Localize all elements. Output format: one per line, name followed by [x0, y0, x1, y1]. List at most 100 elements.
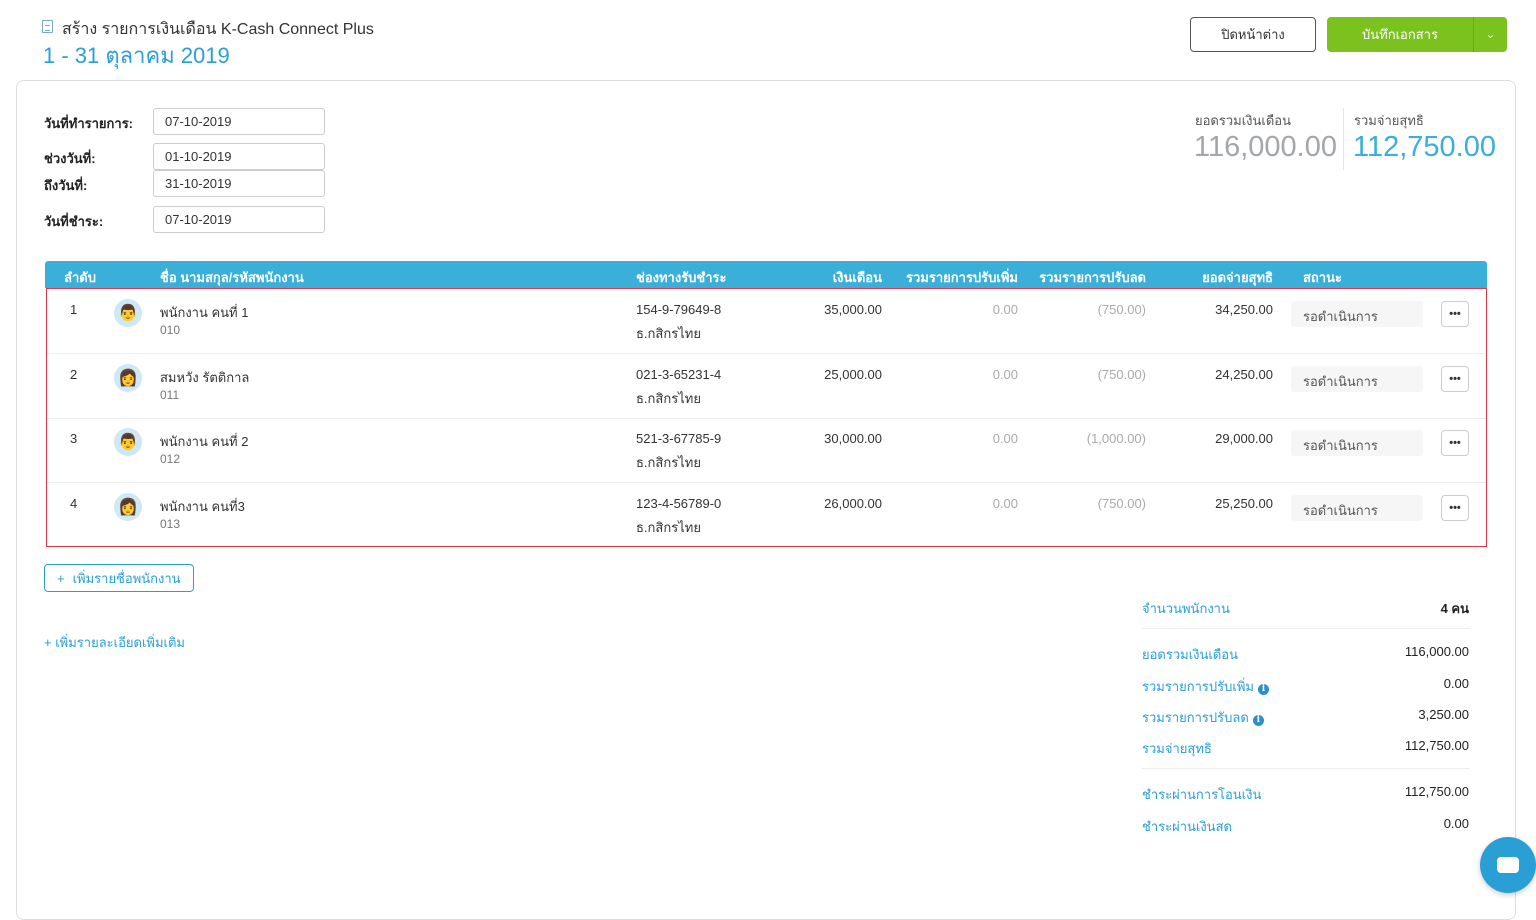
add-details-link[interactable]: + เพิ่มรายละเอียดเพิ่มเติม — [44, 632, 185, 653]
row-number: 4 — [70, 496, 77, 511]
chevron-down-icon: ⌄ — [1486, 28, 1495, 41]
total-salary-value: 116,000.00 — [1194, 131, 1337, 164]
employee-name: พนักงาน คนที่ 1 — [160, 302, 248, 323]
total-label-text: ชำระผ่านการโอนเงิน — [1142, 787, 1261, 802]
from-date-input[interactable]: 01-10-2019 — [153, 143, 325, 170]
total-value: 0.00 — [1444, 676, 1469, 691]
status-badge: รอดำเนินการ — [1291, 495, 1423, 521]
total-label: รวมรายการปรับเพิ่ม i — [1142, 676, 1269, 697]
total-label: จำนวนพนักงาน — [1142, 598, 1230, 619]
employee-code: 013 — [160, 517, 180, 531]
table-row: 4 👩 พนักงาน คนที่3 013 123-4-56789-0 ธ.ก… — [47, 483, 1486, 548]
col-net: ยอดจ่ายสุทธิ — [1202, 267, 1273, 288]
net-pay: 24,250.00 — [1215, 367, 1273, 382]
info-icon[interactable]: i — [1253, 715, 1264, 726]
net-pay: 29,000.00 — [1215, 431, 1273, 446]
more-options-button[interactable]: ••• — [1441, 495, 1469, 521]
bank-name: ธ.กสิกรไทย — [636, 323, 701, 344]
employee-code: 010 — [160, 323, 180, 337]
plus-icon: + — [44, 635, 55, 650]
total-label: รวมรายการปรับลด i — [1142, 707, 1264, 728]
table-row: 3 👨 พนักงาน คนที่ 2 012 521-3-67785-9 ธ.… — [47, 418, 1486, 483]
salary: 26,000.00 — [824, 496, 882, 511]
save-options-dropdown[interactable]: ⌄ — [1473, 17, 1507, 52]
more-options-button[interactable]: ••• — [1441, 301, 1469, 327]
chat-button[interactable] — [1480, 837, 1536, 893]
payment-date-input[interactable]: 07-10-2019 — [153, 206, 325, 233]
employee-code: 012 — [160, 452, 180, 466]
bank-name: ธ.กสิกรไทย — [636, 388, 701, 409]
status-badge: รอดำเนินการ — [1291, 301, 1423, 327]
total-value: 112,750.00 — [1405, 784, 1469, 799]
account-number: 123-4-56789-0 — [636, 496, 721, 511]
table-row: 2 👩 สมหวัง รัตติกาล 011 021-3-65231-4 ธ.… — [47, 354, 1486, 419]
employee-code: 011 — [160, 388, 179, 402]
net-pay: 34,250.00 — [1215, 302, 1273, 317]
total-value: 116,000.00 — [1405, 644, 1469, 659]
add-employee-label: เพิ่มรายชื่อพนักงาน — [73, 568, 181, 589]
total-label-text: ชำระผ่านเงินสด — [1142, 819, 1232, 834]
employee-name: สมหวัง รัตติกาล — [160, 367, 249, 388]
divider — [1343, 108, 1344, 170]
status-badge: รอดำเนินการ — [1291, 366, 1423, 392]
net-pay-value: 112,750.00 — [1353, 131, 1496, 164]
account-number: 521-3-67785-9 — [636, 431, 721, 446]
deductions: (1,000.00) — [1087, 431, 1146, 446]
save-document-button[interactable]: บันทึกเอกสาร — [1327, 17, 1473, 52]
col-additions: รวมรายการปรับเพิ่ม — [906, 267, 1018, 288]
row-number: 2 — [70, 367, 77, 382]
salary: 30,000.00 — [824, 431, 882, 446]
col-deductions: รวมรายการปรับลด — [1039, 267, 1146, 288]
total-value: 3,250.00 — [1418, 707, 1469, 722]
col-no: ลำดับ — [64, 267, 96, 288]
more-options-button[interactable]: ••• — [1441, 430, 1469, 456]
bank-name: ธ.กสิกรไทย — [636, 517, 701, 538]
to-date-label: ถึงวันที่: — [44, 175, 87, 196]
deductions: (750.00) — [1098, 496, 1146, 511]
row-number: 1 — [70, 302, 77, 317]
total-label-text: จำนวนพนักงาน — [1142, 601, 1230, 616]
employee-name: พนักงาน คนที่3 — [160, 496, 245, 517]
divider — [1142, 768, 1470, 769]
bank-name: ธ.กสิกรไทย — [636, 452, 701, 473]
additions: 0.00 — [993, 367, 1018, 382]
to-date-input[interactable]: 31-10-2019 — [153, 170, 325, 197]
total-label-text: ยอดรวมเงินเดือน — [1142, 647, 1238, 662]
account-number: 021-3-65231-4 — [636, 367, 721, 382]
total-label: ชำระผ่านเงินสด — [1142, 816, 1232, 837]
male-avatar-icon: 👨 — [114, 299, 142, 327]
row-number: 3 — [70, 431, 77, 446]
total-label: ยอดรวมเงินเดือน — [1142, 644, 1238, 665]
account-number: 154-9-79649-8 — [636, 302, 721, 317]
document-icon — [42, 20, 53, 33]
payment-date-label: วันที่ชำระ: — [44, 211, 103, 232]
total-value: 112,750.00 — [1405, 738, 1469, 753]
payroll-period: 1 - 31 ตุลาคม 2019 — [43, 38, 230, 73]
total-label-text: รวมจ่ายสุทธิ — [1142, 741, 1212, 756]
employee-name: พนักงาน คนที่ 2 — [160, 431, 248, 452]
transaction-date-input[interactable]: 07-10-2019 — [153, 108, 325, 135]
more-options-button[interactable]: ••• — [1441, 366, 1469, 392]
plus-icon: + — [57, 571, 65, 586]
salary: 25,000.00 — [824, 367, 882, 382]
divider — [1142, 628, 1470, 629]
net-pay-label: รวมจ่ายสุทธิ — [1354, 110, 1424, 131]
net-pay: 25,250.00 — [1215, 496, 1273, 511]
total-label-text: รวมรายการปรับลด — [1142, 710, 1249, 725]
total-value: 4 คน — [1441, 598, 1469, 619]
close-window-button[interactable]: ปิดหน้าต่าง — [1190, 17, 1316, 52]
transaction-date-label: วันที่ทำรายการ: — [44, 113, 133, 134]
salary: 35,000.00 — [824, 302, 882, 317]
info-icon[interactable]: i — [1258, 684, 1269, 695]
total-label: ชำระผ่านการโอนเงิน — [1142, 784, 1261, 805]
col-status: สถานะ — [1303, 267, 1342, 288]
table-header: ลำดับ ชื่อ นามสกุล/รหัสพนักงาน ช่องทางรั… — [45, 261, 1487, 288]
female-avatar-icon: 👩 — [114, 493, 142, 521]
table-row: 1 👨 พนักงาน คนที่ 1 010 154-9-79649-8 ธ.… — [47, 289, 1486, 354]
chat-icon — [1497, 857, 1519, 873]
add-employee-button[interactable]: + เพิ่มรายชื่อพนักงาน — [44, 564, 194, 592]
col-name: ชื่อ นามสกุล/รหัสพนักงาน — [160, 267, 304, 288]
employee-table-body: 1 👨 พนักงาน คนที่ 1 010 154-9-79649-8 ธ.… — [46, 288, 1487, 547]
add-details-label: เพิ่มรายละเอียดเพิ่มเติม — [55, 635, 185, 650]
total-label-text: รวมรายการปรับเพิ่ม — [1142, 679, 1254, 694]
